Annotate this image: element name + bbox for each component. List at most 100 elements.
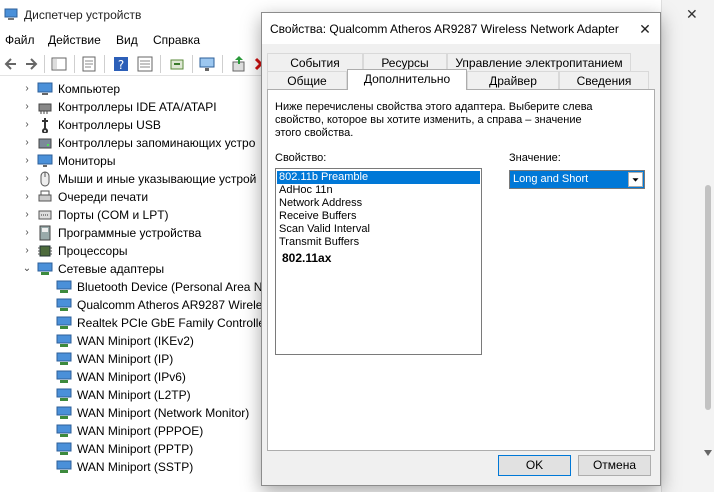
tab-details[interactable]: Сведения <box>559 71 649 90</box>
property-item[interactable]: Scan Valid Interval <box>279 223 370 236</box>
tree-item-device[interactable]: Bluetooth Device (Personal Area Ne <box>0 278 280 296</box>
chevron-right-icon[interactable]: › <box>22 101 32 113</box>
property-item[interactable]: Receive Buffers <box>279 210 356 223</box>
tree-item-category[interactable]: › Программные устройства <box>0 224 280 242</box>
scrollbar-thumb[interactable] <box>705 185 711 410</box>
chevron-right-icon[interactable]: › <box>22 245 32 257</box>
tree-item-label: WAN Miniport (SSTP) <box>77 460 194 474</box>
chevron-right-icon[interactable]: › <box>22 209 32 221</box>
property-item[interactable]: 802.11ax <box>282 252 331 265</box>
tree-item-device[interactable]: WAN Miniport (Network Monitor) <box>0 404 280 422</box>
tree-item-device[interactable]: WAN Miniport (PPTP) <box>0 440 280 458</box>
tree-item-label: Процессоры <box>58 244 128 258</box>
chevron-right-icon[interactable]: › <box>22 155 32 167</box>
view-icon[interactable] <box>136 55 154 73</box>
property-item[interactable]: AdHoc 11n <box>279 184 333 197</box>
chevron-right-icon[interactable]: › <box>22 83 32 95</box>
storage-controller-icon <box>38 138 52 149</box>
scan-monitor-icon[interactable] <box>198 55 216 73</box>
tree-item-label: Контроллеры IDE ATA/ATAPI <box>58 100 217 114</box>
tree-item-device[interactable]: WAN Miniport (SSTP) <box>0 458 280 476</box>
refresh-hardware-icon[interactable] <box>168 55 186 73</box>
chevron-right-icon[interactable]: › <box>22 137 32 149</box>
network-adapter-icon <box>56 280 72 293</box>
property-list[interactable]: 802.11b Preamble AdHoc 11n Network Address… <box>275 168 482 355</box>
value-label: Значение: <box>509 152 561 164</box>
tree-item-label: WAN Miniport (L2TP) <box>77 388 191 402</box>
tree-item-label: Сетевые адаптеры <box>58 262 165 276</box>
value-dropdown-text: Long and Short <box>513 173 589 185</box>
tree-item-category[interactable]: › Процессоры <box>0 242 280 260</box>
network-adapter-icon <box>56 388 72 401</box>
show-hide-console-tree-icon[interactable] <box>50 55 68 73</box>
tree-item-category[interactable]: ⌄ Сетевые адаптеры <box>0 260 280 278</box>
menu-help[interactable]: Справка <box>153 33 200 47</box>
mouse-icon <box>40 171 50 187</box>
property-item[interactable]: Transmit Buffers <box>279 236 359 249</box>
toolbar-separator <box>160 55 161 73</box>
value-dropdown[interactable]: Long and Short <box>509 170 645 189</box>
toolbar-separator <box>74 55 75 73</box>
chevron-right-icon[interactable]: › <box>22 173 32 185</box>
tree-item-label: Bluetooth Device (Personal Area Ne <box>77 280 270 294</box>
tree-item-category[interactable]: › Контроллеры запоминающих устро <box>0 134 280 152</box>
menu-action[interactable]: Действие <box>48 33 101 47</box>
usb-icon <box>42 118 48 133</box>
chevron-down-icon[interactable] <box>628 172 643 187</box>
forward-arrow-icon[interactable] <box>22 55 40 73</box>
tree-item-device[interactable]: WAN Miniport (IP) <box>0 350 280 368</box>
network-adapter-icon <box>37 262 53 275</box>
tree-item-device[interactable]: Qualcomm Atheros AR9287 Wireles <box>0 296 280 314</box>
tree-item-category[interactable]: › Контроллеры IDE ATA/ATAPI <box>0 98 280 116</box>
network-adapter-icon <box>56 370 72 383</box>
property-item-selected[interactable]: 802.11b Preamble <box>277 171 480 184</box>
chevron-right-icon[interactable]: › <box>22 119 32 131</box>
tree-item-label: Компьютер <box>58 82 121 96</box>
ok-button[interactable]: OK <box>498 455 571 476</box>
monitor-icon <box>37 154 53 167</box>
tree-item-device[interactable]: Realtek PCIe GbE Family Controller <box>0 314 280 332</box>
tree-item-label: Мониторы <box>58 154 116 168</box>
tree-item-device[interactable]: WAN Miniport (IPv6) <box>0 368 280 386</box>
device-tree: › Компьютер › Контроллеры IDE ATA/ATAPI › Кон… <box>0 80 280 492</box>
tab-power-management[interactable]: Управление электропитанием <box>447 53 631 72</box>
property-item[interactable]: Network Address <box>279 197 362 210</box>
tree-item-category[interactable]: › Компьютер <box>0 80 280 98</box>
properties-dialog: Свойства: Qualcomm Atheros AR9287 Wirele… <box>261 12 661 486</box>
tree-item-category[interactable]: › Мониторы <box>0 152 280 170</box>
tree-item-label: WAN Miniport (IKEv2) <box>77 334 194 348</box>
tree-item-label: WAN Miniport (IPv6) <box>77 370 186 384</box>
menu-view[interactable]: Вид <box>116 33 138 47</box>
tab-general[interactable]: Общие <box>267 71 347 90</box>
tree-item-category[interactable]: › Порты (COM и LPT) <box>0 206 280 224</box>
tab-driver[interactable]: Драйвер <box>467 71 559 90</box>
chevron-right-icon[interactable]: › <box>22 227 32 239</box>
tree-item-device[interactable]: WAN Miniport (L2TP) <box>0 386 280 404</box>
dialog-title: Свойства: Qualcomm Atheros AR9287 Wirele… <box>270 22 619 36</box>
tree-item-label: WAN Miniport (IP) <box>77 352 174 366</box>
scroll-down-icon[interactable] <box>704 450 712 456</box>
help-icon[interactable]: ? <box>112 55 130 73</box>
update-driver-icon[interactable] <box>230 55 248 73</box>
tree-item-category[interactable]: › Контроллеры USB <box>0 116 280 134</box>
dialog-titlebar: Свойства: Qualcomm Atheros AR9287 Wirele… <box>262 13 660 44</box>
ide-controller-icon <box>38 103 52 114</box>
cancel-button[interactable]: Отмена <box>578 455 651 476</box>
close-icon[interactable]: ✕ <box>634 18 656 40</box>
properties-icon[interactable] <box>80 55 98 73</box>
tree-item-category[interactable]: › Мыши и иные указывающие устрой <box>0 170 280 188</box>
network-adapter-icon <box>56 460 72 473</box>
tree-item-device[interactable]: WAN Miniport (PPPOE) <box>0 422 280 440</box>
network-adapter-icon <box>56 334 72 347</box>
chevron-down-icon[interactable]: ⌄ <box>22 263 32 275</box>
toolbar-separator <box>222 55 223 73</box>
tree-item-label: Очереди печати <box>58 190 149 204</box>
tree-item-category[interactable]: › Очереди печати <box>0 188 280 206</box>
chevron-right-icon[interactable]: › <box>22 191 32 203</box>
menu-file[interactable]: Файл <box>5 33 35 47</box>
tab-advanced[interactable]: Дополнительно <box>347 69 467 90</box>
tree-item-device[interactable]: WAN Miniport (IKEv2) <box>0 332 280 350</box>
tree-item-label: Программные устройства <box>58 226 202 240</box>
back-arrow-icon[interactable] <box>2 55 20 73</box>
close-icon[interactable]: ✕ <box>686 6 698 23</box>
